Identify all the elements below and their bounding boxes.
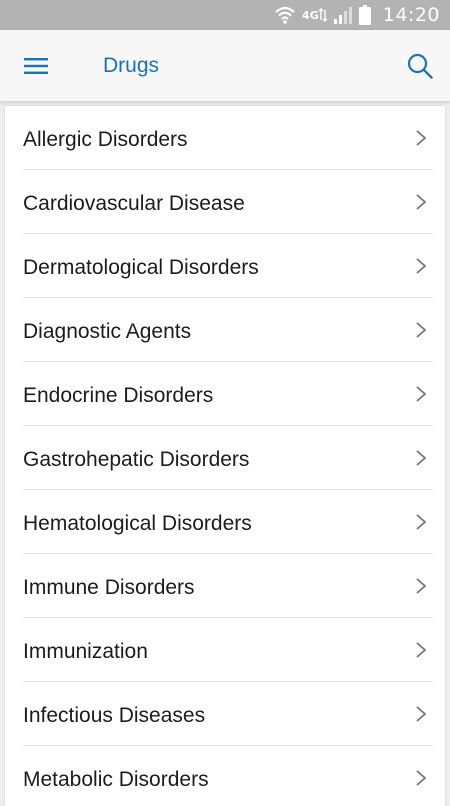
search-button[interactable] — [402, 48, 438, 84]
list-item[interactable]: Gastrohepatic Disorders — [5, 426, 445, 490]
chevron-right-icon — [416, 258, 427, 274]
list-item[interactable]: Immune Disorders — [5, 554, 445, 618]
chevron-right-icon — [416, 578, 427, 594]
list-item-label: Allergic Disorders — [23, 128, 188, 151]
wifi-icon — [274, 5, 296, 25]
list-item[interactable]: Cardiovascular Disease — [5, 170, 445, 234]
list-item[interactable]: Infectious Diseases — [5, 682, 445, 746]
list-item[interactable]: Hematological Disorders — [5, 490, 445, 554]
status-bar: 4G 14:20 — [0, 0, 450, 30]
search-icon — [407, 53, 433, 79]
list-item-label: Cardiovascular Disease — [23, 192, 245, 215]
battery-icon — [358, 5, 371, 25]
menu-button[interactable] — [18, 48, 54, 84]
signal-icon — [333, 6, 353, 24]
status-time: 14:20 — [382, 4, 440, 26]
list-item[interactable]: Metabolic Disorders — [5, 746, 445, 806]
list-item[interactable]: Allergic Disorders — [5, 106, 445, 170]
page-title: Drugs — [103, 54, 160, 77]
list-item-label: Diagnostic Agents — [23, 320, 192, 343]
list-item[interactable]: Dermatological Disorders — [5, 234, 445, 298]
chevron-right-icon — [416, 642, 427, 658]
network-type-label: 4G — [302, 8, 319, 22]
network-4g-icon: 4G — [302, 8, 327, 22]
chevron-right-icon — [416, 770, 427, 786]
list-item-label: Metabolic Disorders — [23, 768, 209, 791]
hamburger-menu-icon — [24, 58, 48, 74]
chevron-right-icon — [416, 706, 427, 722]
list-item-label: Endocrine Disorders — [23, 384, 214, 407]
list-item[interactable]: Immunization — [5, 618, 445, 682]
chevron-right-icon — [416, 386, 427, 402]
list-item-label: Hematological Disorders — [23, 512, 252, 535]
list-item[interactable]: Diagnostic Agents — [5, 298, 445, 362]
list-item-label: Gastrohepatic Disorders — [23, 448, 250, 471]
chevron-right-icon — [416, 514, 427, 530]
chevron-right-icon — [416, 322, 427, 338]
chevron-right-icon — [416, 194, 427, 210]
chevron-right-icon — [416, 450, 427, 466]
category-list: Allergic Disorders Cardiovascular Diseas… — [5, 106, 445, 806]
list-item-label: Infectious Diseases — [23, 704, 206, 727]
list-item-label: Immunization — [23, 640, 148, 663]
list-item-label: Dermatological Disorders — [23, 256, 259, 279]
list-item[interactable]: Endocrine Disorders — [5, 362, 445, 426]
list-item-label: Immune Disorders — [23, 576, 195, 599]
app-bar: Drugs — [0, 30, 450, 102]
chevron-right-icon — [416, 130, 427, 146]
